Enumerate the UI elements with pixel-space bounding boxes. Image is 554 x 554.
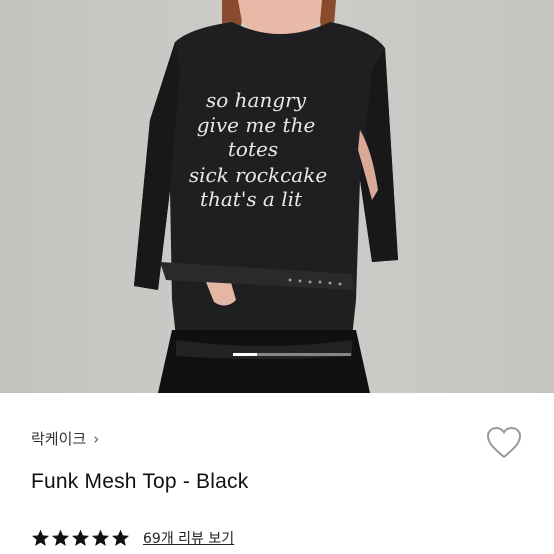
star-filled-icon	[71, 529, 90, 546]
review-link[interactable]: 69개 리뷰 보기	[143, 528, 234, 548]
star-filled-icon	[91, 529, 110, 546]
star-rating	[31, 529, 131, 547]
brand-name: 락케이크	[31, 430, 87, 448]
shirt-print: so hangry give me the totes sick rockcak…	[189, 88, 327, 211]
shirt-print-line: sick rockcake	[189, 163, 327, 187]
carousel-indicator-thumb	[233, 353, 257, 356]
shirt-print-line: give me the	[197, 113, 316, 137]
chevron-right-icon: ›	[93, 429, 100, 448]
brand-link[interactable]: 락케이크 ›	[31, 428, 99, 449]
star-filled-icon	[31, 529, 50, 546]
product-image[interactable]: so hangry give me the totes sick rockcak…	[0, 0, 554, 393]
carousel-indicator[interactable]	[233, 353, 351, 356]
wishlist-button[interactable]	[486, 426, 522, 460]
shirt-print-line: totes	[228, 137, 278, 161]
star-filled-icon	[51, 529, 70, 546]
product-title: Funk Mesh Top - Black	[31, 470, 249, 493]
shirt-print-line: so hangry	[206, 88, 307, 112]
shirt-print-line: that's a lit	[200, 187, 303, 211]
rating-row: 69개 리뷰 보기	[31, 528, 234, 548]
heart-outline-icon	[486, 426, 522, 459]
star-filled-icon	[111, 529, 130, 546]
